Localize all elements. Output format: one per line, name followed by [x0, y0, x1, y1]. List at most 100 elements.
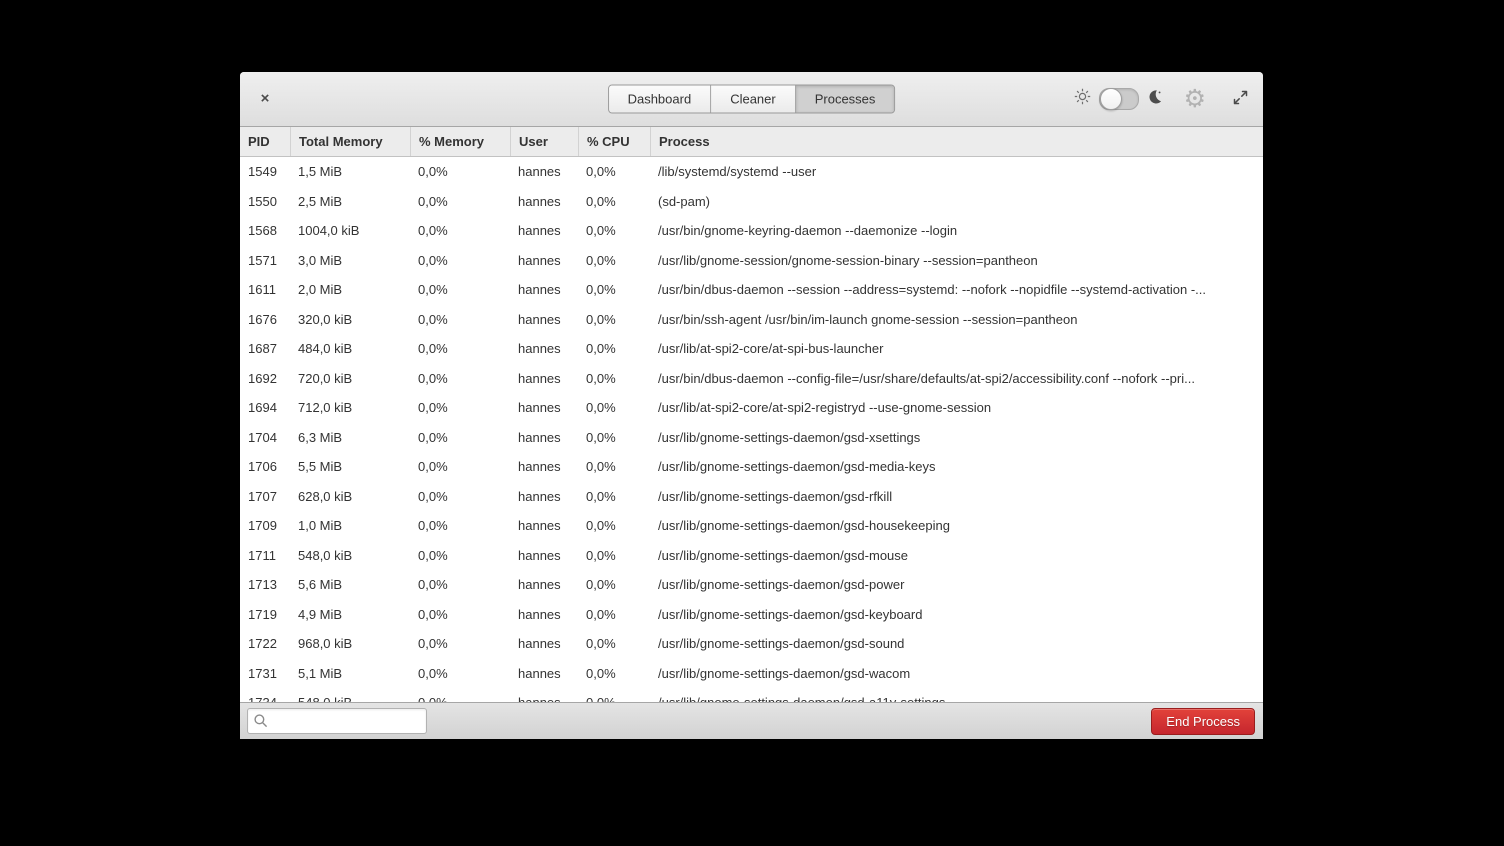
- cell-pid: 1571: [240, 246, 290, 276]
- toggle-knob[interactable]: [1100, 88, 1122, 110]
- cell-cpu_pct: 0,0%: [578, 305, 650, 335]
- settings-gear-button[interactable]: ⚙: [1184, 87, 1206, 112]
- cell-cpu_pct: 0,0%: [578, 246, 650, 276]
- search-field-wrap: [247, 708, 427, 734]
- cell-mem_pct: 0,0%: [410, 659, 510, 689]
- cell-memory: 6,3 MiB: [290, 423, 410, 453]
- table-row[interactable]: 17315,1 MiB0,0%hannes0,0%/usr/lib/gnome-…: [240, 659, 1263, 689]
- cell-user: hannes: [510, 246, 578, 276]
- cell-process: /usr/lib/at-spi2-core/at-spi2-registryd …: [650, 393, 1263, 423]
- table-row[interactable]: 17091,0 MiB0,0%hannes0,0%/usr/lib/gnome-…: [240, 511, 1263, 541]
- table-header: PIDTotal Memory% MemoryUser% CPUProcess: [240, 127, 1263, 157]
- cell-process: /lib/systemd/systemd --user: [650, 157, 1263, 187]
- cell-pid: 1676: [240, 305, 290, 335]
- tab-processes[interactable]: Processes: [795, 86, 895, 113]
- end-process-button[interactable]: End Process: [1151, 708, 1255, 735]
- cell-pid: 1719: [240, 600, 290, 630]
- column-header-process[interactable]: Process: [650, 127, 1263, 156]
- search-input[interactable]: [247, 708, 427, 734]
- cell-pid: 1694: [240, 393, 290, 423]
- table-row[interactable]: 16112,0 MiB0,0%hannes0,0%/usr/bin/dbus-d…: [240, 275, 1263, 305]
- table-row[interactable]: 17135,6 MiB0,0%hannes0,0%/usr/lib/gnome-…: [240, 570, 1263, 600]
- cell-cpu_pct: 0,0%: [578, 187, 650, 217]
- table-row[interactable]: 15713,0 MiB0,0%hannes0,0%/usr/lib/gnome-…: [240, 246, 1263, 276]
- table-row[interactable]: 1694712,0 kiB0,0%hannes0,0%/usr/lib/at-s…: [240, 393, 1263, 423]
- cell-mem_pct: 0,0%: [410, 629, 510, 659]
- dark-mode-toggle[interactable]: [1099, 88, 1139, 110]
- cell-cpu_pct: 0,0%: [578, 659, 650, 689]
- table-row[interactable]: 15502,5 MiB0,0%hannes0,0%(sd-pam): [240, 187, 1263, 217]
- table-row[interactable]: 1722968,0 kiB0,0%hannes0,0%/usr/lib/gnom…: [240, 629, 1263, 659]
- cell-process: /usr/lib/gnome-settings-daemon/gsd-keybo…: [650, 600, 1263, 630]
- moon-icon: [1147, 89, 1162, 109]
- column-header-mem_pct[interactable]: % Memory: [410, 127, 510, 156]
- view-switcher: Dashboard Cleaner Processes: [608, 85, 896, 114]
- cell-process: /usr/bin/dbus-daemon --config-file=/usr/…: [650, 364, 1263, 394]
- cell-mem_pct: 0,0%: [410, 482, 510, 512]
- cell-user: hannes: [510, 688, 578, 702]
- cell-memory: 5,6 MiB: [290, 570, 410, 600]
- table-row[interactable]: 17194,9 MiB0,0%hannes0,0%/usr/lib/gnome-…: [240, 600, 1263, 630]
- cell-pid: 1549: [240, 157, 290, 187]
- table-row[interactable]: 15491,5 MiB0,0%hannes0,0%/lib/systemd/sy…: [240, 157, 1263, 187]
- cell-memory: 4,9 MiB: [290, 600, 410, 630]
- cell-process: /usr/lib/gnome-settings-daemon/gsd-house…: [650, 511, 1263, 541]
- cell-pid: 1706: [240, 452, 290, 482]
- cell-process: /usr/bin/gnome-keyring-daemon --daemoniz…: [650, 216, 1263, 246]
- cell-cpu_pct: 0,0%: [578, 334, 650, 364]
- column-header-cpu_pct[interactable]: % CPU: [578, 127, 650, 156]
- cell-user: hannes: [510, 187, 578, 217]
- table-row[interactable]: 1707628,0 kiB0,0%hannes0,0%/usr/lib/gnom…: [240, 482, 1263, 512]
- table-row[interactable]: 15681004,0 kiB0,0%hannes0,0%/usr/bin/gno…: [240, 216, 1263, 246]
- cell-process: /usr/bin/ssh-agent /usr/bin/im-launch gn…: [650, 305, 1263, 335]
- cell-memory: 2,5 MiB: [290, 187, 410, 217]
- cell-cpu_pct: 0,0%: [578, 275, 650, 305]
- cell-memory: 5,5 MiB: [290, 452, 410, 482]
- table-row[interactable]: 17046,3 MiB0,0%hannes0,0%/usr/lib/gnome-…: [240, 423, 1263, 453]
- cell-cpu_pct: 0,0%: [578, 541, 650, 571]
- cell-cpu_pct: 0,0%: [578, 452, 650, 482]
- cell-user: hannes: [510, 275, 578, 305]
- cell-mem_pct: 0,0%: [410, 688, 510, 702]
- column-header-pid[interactable]: PID: [240, 127, 290, 156]
- table-body: 15491,5 MiB0,0%hannes0,0%/lib/systemd/sy…: [240, 157, 1263, 702]
- table-row[interactable]: 1692720,0 kiB0,0%hannes0,0%/usr/bin/dbus…: [240, 364, 1263, 394]
- cell-pid: 1704: [240, 423, 290, 453]
- cell-process: /usr/lib/gnome-settings-daemon/gsd-sound: [650, 629, 1263, 659]
- titlebar: × Dashboard Cleaner Processes: [240, 72, 1263, 127]
- cell-user: hannes: [510, 393, 578, 423]
- cell-user: hannes: [510, 482, 578, 512]
- cell-user: hannes: [510, 629, 578, 659]
- column-header-user[interactable]: User: [510, 127, 578, 156]
- cell-process: /usr/lib/gnome-settings-daemon/gsd-media…: [650, 452, 1263, 482]
- cell-mem_pct: 0,0%: [410, 187, 510, 217]
- cell-user: hannes: [510, 305, 578, 335]
- column-header-memory[interactable]: Total Memory: [290, 127, 410, 156]
- cell-memory: 712,0 kiB: [290, 393, 410, 423]
- cell-mem_pct: 0,0%: [410, 246, 510, 276]
- cell-mem_pct: 0,0%: [410, 157, 510, 187]
- cell-cpu_pct: 0,0%: [578, 482, 650, 512]
- table-row[interactable]: 1687484,0 kiB0,0%hannes0,0%/usr/lib/at-s…: [240, 334, 1263, 364]
- close-button[interactable]: ×: [254, 88, 276, 110]
- cell-memory: 320,0 kiB: [290, 305, 410, 335]
- cell-process: /usr/bin/dbus-daemon --session --address…: [650, 275, 1263, 305]
- table-row[interactable]: 17065,5 MiB0,0%hannes0,0%/usr/lib/gnome-…: [240, 452, 1263, 482]
- cell-mem_pct: 0,0%: [410, 600, 510, 630]
- cell-memory: 968,0 kiB: [290, 629, 410, 659]
- cell-pid: 1713: [240, 570, 290, 600]
- tab-dashboard[interactable]: Dashboard: [609, 86, 711, 113]
- fullscreen-expand-button[interactable]: [1232, 89, 1249, 109]
- cell-memory: 1004,0 kiB: [290, 216, 410, 246]
- table-row[interactable]: 1676320,0 kiB0,0%hannes0,0%/usr/bin/ssh-…: [240, 305, 1263, 335]
- cell-process: /usr/lib/at-spi2-core/at-spi-bus-launche…: [650, 334, 1263, 364]
- cell-mem_pct: 0,0%: [410, 393, 510, 423]
- monitor-window: × Dashboard Cleaner Processes: [240, 72, 1263, 739]
- cell-cpu_pct: 0,0%: [578, 688, 650, 702]
- cell-memory: 2,0 MiB: [290, 275, 410, 305]
- tab-cleaner[interactable]: Cleaner: [710, 86, 795, 113]
- table-row[interactable]: 1711548,0 kiB0,0%hannes0,0%/usr/lib/gnom…: [240, 541, 1263, 571]
- table-row[interactable]: 1734548,0 kiB0,0%hannes0,0%/usr/lib/gnom…: [240, 688, 1263, 702]
- cell-memory: 628,0 kiB: [290, 482, 410, 512]
- cell-memory: 548,0 kiB: [290, 541, 410, 571]
